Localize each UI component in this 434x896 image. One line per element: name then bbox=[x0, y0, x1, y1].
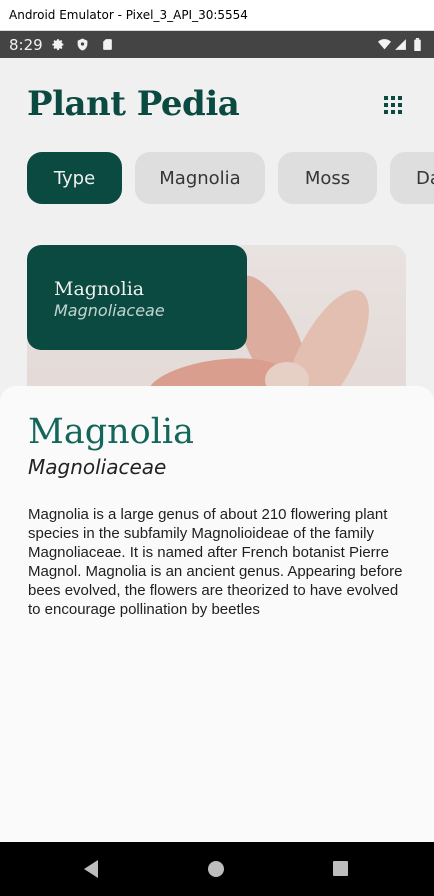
emulator-title-bar: Android Emulator - Pixel_3_API_30:5554 bbox=[0, 0, 434, 31]
sheet-description: Magnolia is a large genus of about 210 f… bbox=[28, 506, 403, 618]
home-icon[interactable] bbox=[208, 861, 224, 877]
bottom-sheet: Magnolia Magnoliaceae Magnolia is a larg… bbox=[0, 386, 434, 842]
battery-icon bbox=[414, 38, 421, 51]
recents-icon[interactable] bbox=[333, 861, 348, 876]
back-icon[interactable] bbox=[84, 860, 98, 878]
emulator-title: Android Emulator - Pixel_3_API_30:5554 bbox=[9, 8, 248, 22]
sheet-title: Magnolia bbox=[28, 412, 194, 452]
status-time: 8:29 bbox=[9, 36, 43, 54]
settings-gear-icon bbox=[52, 39, 64, 51]
app-screen: Plant Pedia Type Magnolia Moss Da Magnol… bbox=[0, 58, 434, 842]
shield-icon bbox=[77, 38, 88, 51]
signal-icon bbox=[395, 39, 406, 50]
sheet-subtitle: Magnoliaceae bbox=[28, 455, 167, 479]
navigation-bar bbox=[0, 842, 434, 896]
status-bar: 8:29 bbox=[0, 31, 434, 58]
wifi-icon bbox=[378, 39, 391, 50]
sd-card-icon bbox=[103, 39, 112, 50]
